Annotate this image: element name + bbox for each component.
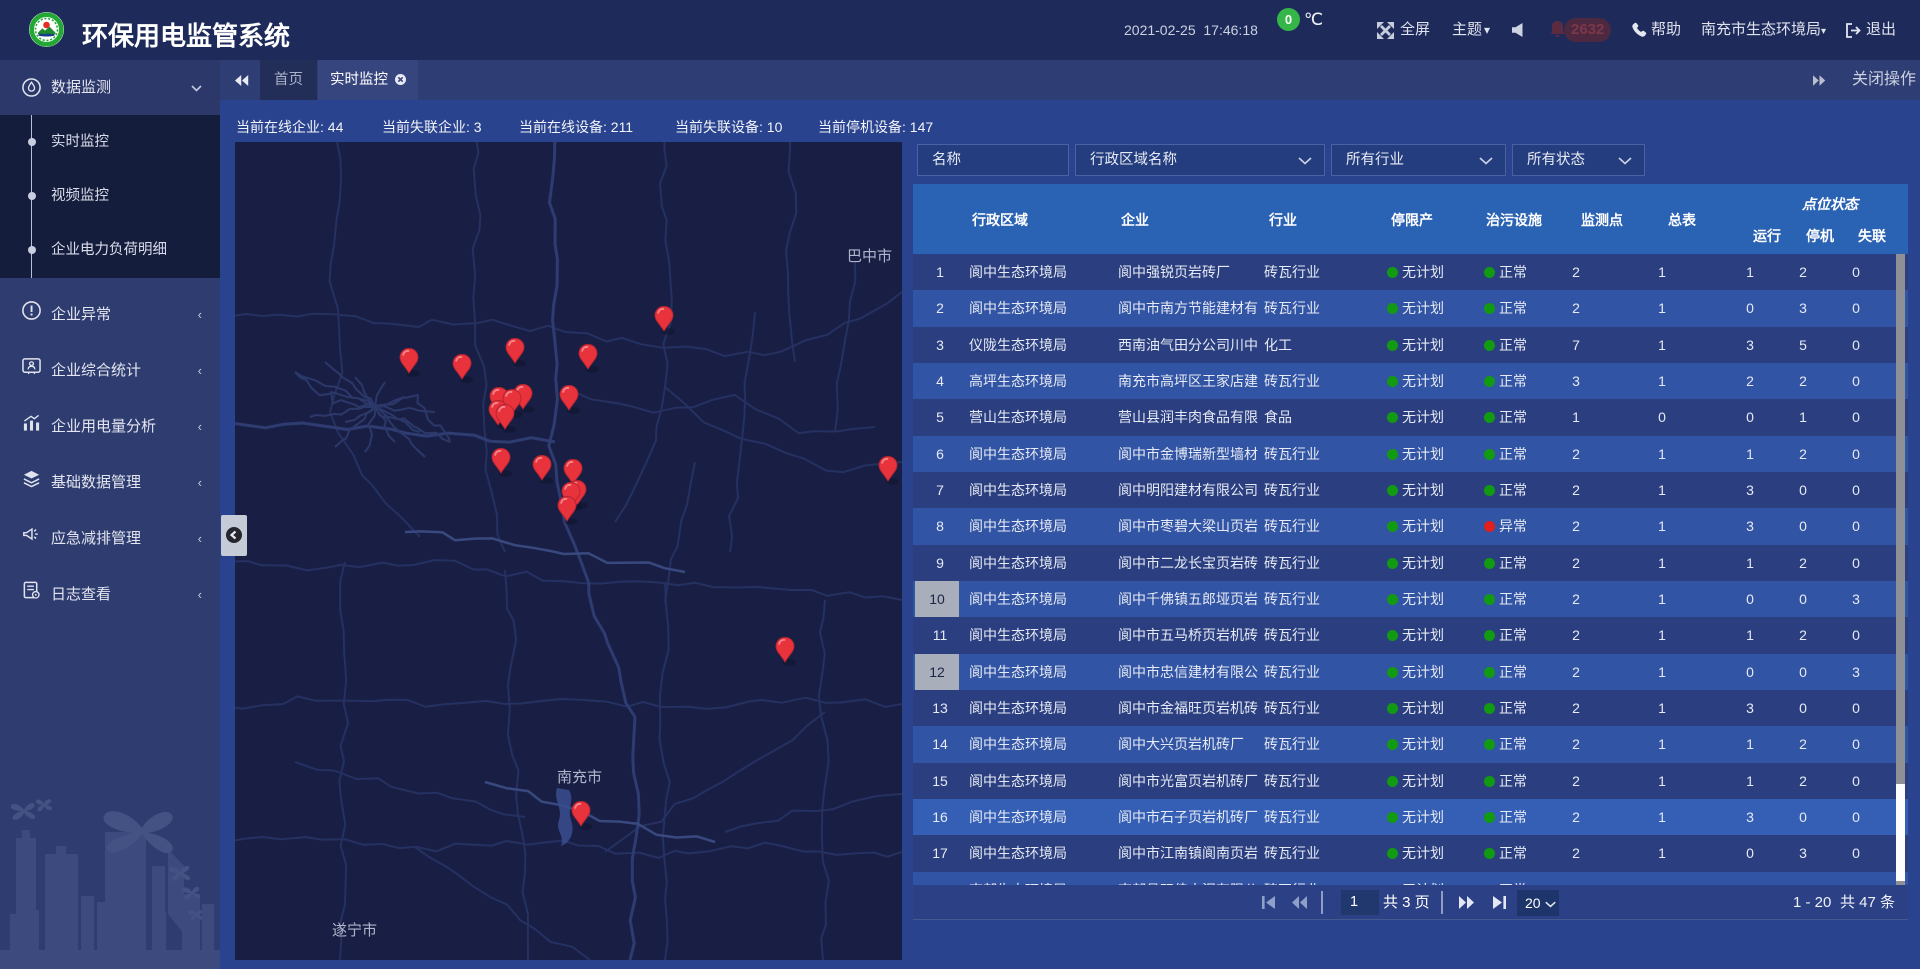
svg-text:巴中市: 巴中市 [847,248,892,265]
svg-text:遂宁市: 遂宁市 [332,922,377,939]
svg-text:南充市: 南充市 [557,769,602,786]
